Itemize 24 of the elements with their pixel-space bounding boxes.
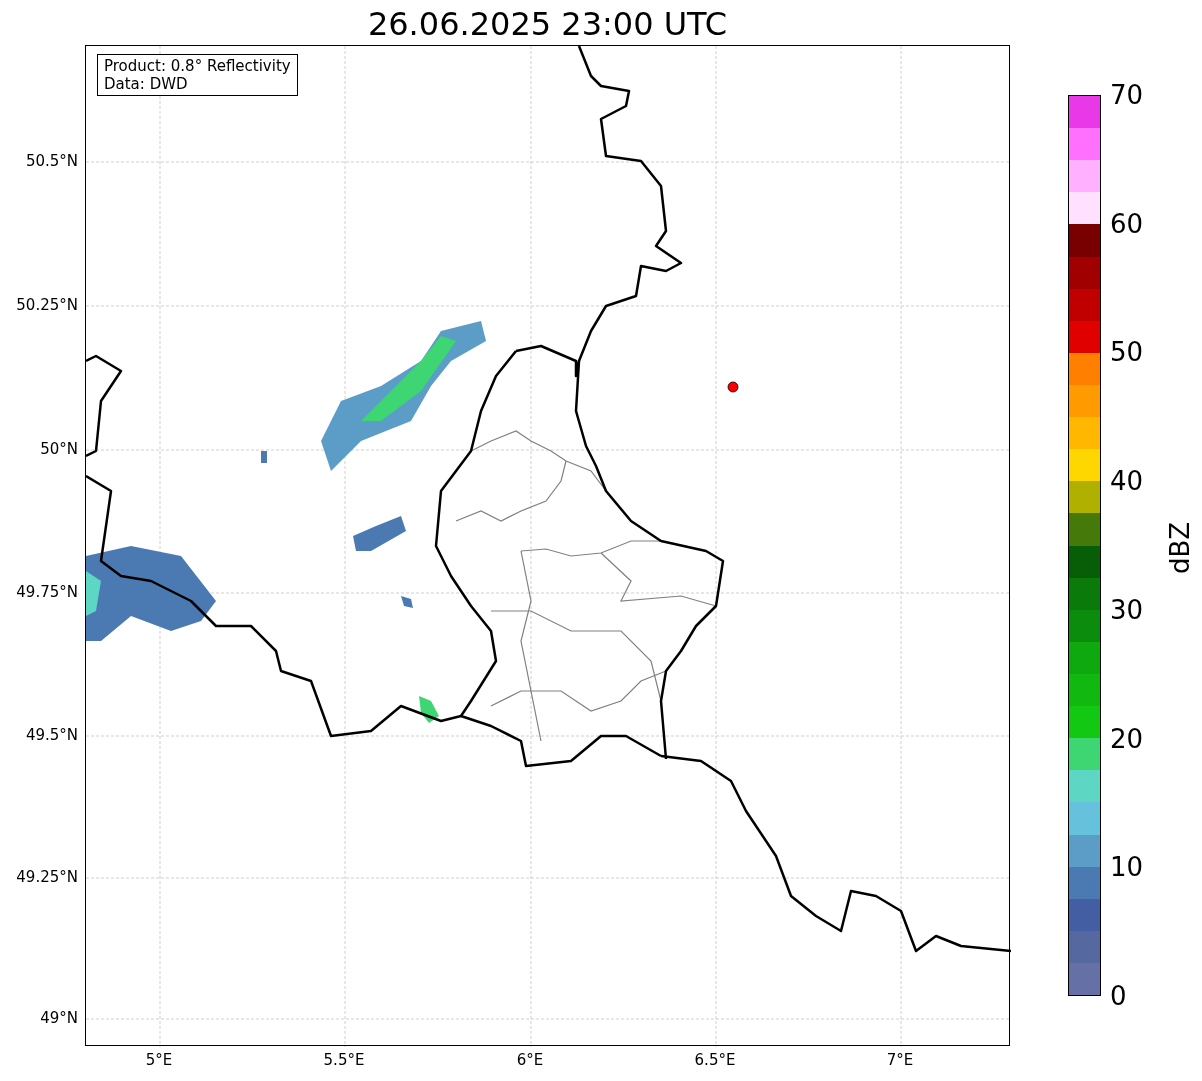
colorbar-tick-label: 0 (1110, 981, 1127, 1011)
latitude-label: 50°N (39, 440, 78, 458)
longitude-label: 7°E (885, 1051, 915, 1069)
latitude-label: 50.5°N (24, 152, 78, 170)
colorbar-tick-label: 70 (1110, 80, 1144, 110)
colorbar-tick-label: 20 (1110, 723, 1144, 754)
info-text: Data: DWD (104, 75, 189, 93)
colorbar-tick-label: 10 (1110, 852, 1144, 883)
longitude-label: 5°E (144, 1051, 174, 1069)
latitude-label: 49°N (39, 1009, 78, 1027)
latitude-label: 49.75°N (15, 583, 78, 601)
colorbar-tick-label: 50 (1110, 337, 1144, 368)
chart-title: 26.06.2025 23:00 UTC (366, 4, 729, 44)
longitude-label: 5.5°E (322, 1051, 366, 1069)
latitude-label: 49.25°N (15, 868, 78, 886)
latitude-label: 50.25°N (15, 296, 78, 314)
latitude-label: 49.5°N (24, 726, 78, 744)
longitude-label: 6°E (515, 1051, 545, 1069)
colorbar-tick-label: 40 (1110, 466, 1144, 497)
colorbar-tick-label: 30 (1110, 594, 1144, 625)
longitude-label: 6.5°E (693, 1051, 737, 1069)
colorbar-tick-label: 60 (1110, 208, 1144, 239)
info-text: Product: 0.8° Reflectivity (104, 57, 291, 75)
colorbar-label: dBZ (1165, 520, 1195, 577)
